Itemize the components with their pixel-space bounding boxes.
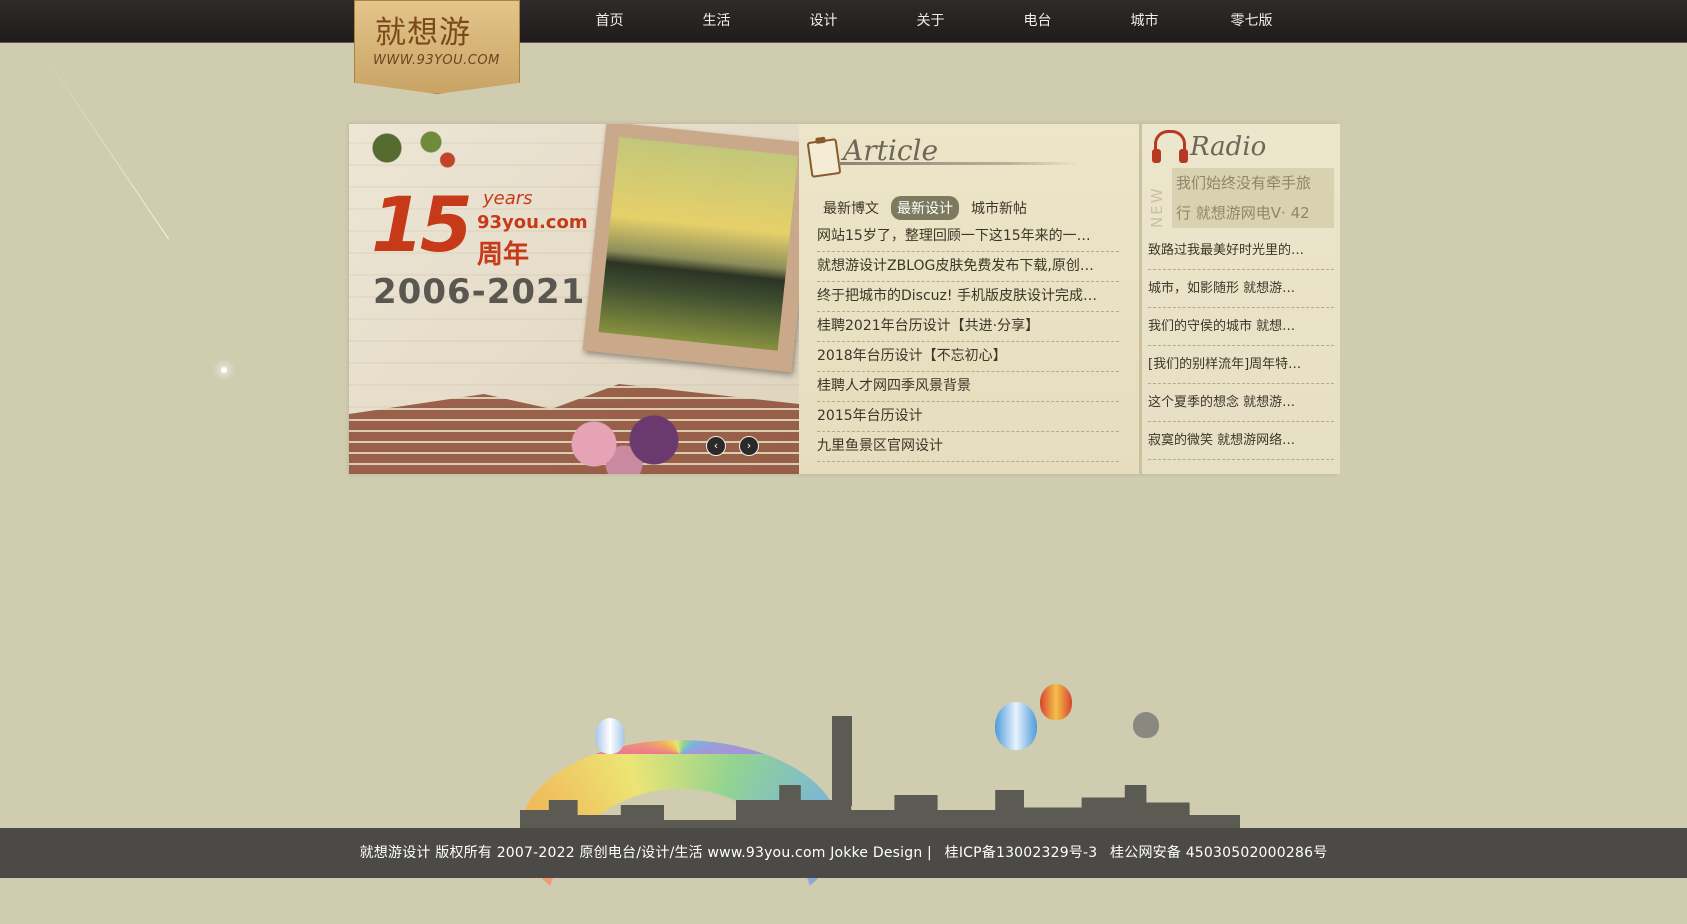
radio-item[interactable]: 我们的守侯的城市 就想… (1148, 308, 1334, 346)
logo-mark: 就想游 (375, 15, 471, 51)
tab-latest-posts[interactable]: 最新博文 (817, 196, 885, 220)
leaves-decoration (354, 124, 464, 184)
clipboard-icon (806, 138, 842, 178)
banner-years: years (483, 188, 533, 209)
banner-site: 93you.com (477, 212, 588, 233)
nav-item-home[interactable]: 首页 (556, 0, 663, 42)
article-item[interactable]: 网站15岁了，整理回顾一下这15年来的一… (817, 222, 1119, 252)
ticker-line-1: 我们始终没有牵手旅 (1176, 174, 1312, 192)
main-nav: 首页 生活 设计 关于 电台 城市 零七版 (556, 0, 1305, 42)
slide-next-button[interactable]: › (739, 436, 759, 456)
article-item[interactable]: 2015年台历设计 (817, 402, 1119, 432)
radio-heading: Radio (1190, 132, 1267, 162)
footer-copyright: 就想游设计 版权所有 2007-2022 原创电台/设计/生活 www.93yo… (359, 845, 932, 861)
content-panel: 15 years 93you.com 周年 2006-2021 ‹ › Arti… (349, 124, 1340, 474)
nav-item-life[interactable]: 生活 (663, 0, 770, 42)
slide-prev-button[interactable]: ‹ (706, 436, 726, 456)
balloon-icon (1040, 684, 1072, 720)
article-item[interactable]: 2018年台历设计【不忘初心】 (817, 342, 1119, 372)
article-item[interactable]: 桂聘人才网四季风景背景 (817, 372, 1119, 402)
nav-item-design[interactable]: 设计 (770, 0, 877, 42)
radio-item[interactable]: 城市，如影随形 就想游… (1148, 270, 1334, 308)
anniversary-banner[interactable]: 15 years 93you.com 周年 2006-2021 ‹ › (349, 124, 799, 474)
star-sparkle (221, 367, 227, 373)
radio-item[interactable]: 寂寞的微笑 就想游网络… (1148, 422, 1334, 460)
nav-item-city[interactable]: 城市 (1091, 0, 1198, 42)
radio-item[interactable]: [我们的别样流年]周年特… (1148, 346, 1334, 384)
flowers-decoration (549, 396, 699, 474)
ticker-line-2: 行 就想游网电V· 42 (1176, 204, 1310, 222)
site-footer: 就想游设计 版权所有 2007-2022 原创电台/设计/生活 www.93yo… (0, 828, 1687, 878)
top-nav-bar: 首页 生活 设计 关于 电台 城市 零七版 (0, 0, 1687, 43)
logo-url: WWW.93YOU.COM (373, 53, 500, 68)
balloon-icon (1133, 712, 1159, 738)
article-tabs: 最新博文 最新设计 城市新帖 (817, 196, 1033, 220)
article-item[interactable]: 桂聘2021年台历设计【共进·分享】 (817, 312, 1119, 342)
nav-item-radio[interactable]: 电台 (984, 0, 1091, 42)
radio-item[interactable]: 致路过我最美好时光里的… (1148, 232, 1334, 270)
radio-list: 致路过我最美好时光里的… 城市，如影随形 就想游… 我们的守侯的城市 就想… [… (1148, 232, 1334, 460)
footer-police[interactable]: 桂公网安备 45030502000286号 (1110, 845, 1327, 861)
nav-item-about[interactable]: 关于 (877, 0, 984, 42)
article-item[interactable]: 就想游设计ZBLOG皮肤免费发布下载,原创… (817, 252, 1119, 282)
tab-latest-design[interactable]: 最新设计 (891, 196, 959, 220)
banner-number: 15 (371, 180, 473, 269)
new-tag: NEW (1148, 186, 1166, 228)
sunset-photo (598, 137, 799, 351)
article-item[interactable]: 终于把城市的Discuz! 手机版皮肤设计完成… (817, 282, 1119, 312)
radio-item[interactable]: 这个夏季的想念 就想游… (1148, 384, 1334, 422)
photo-frame (582, 124, 799, 373)
site-logo[interactable]: 就想游 WWW.93YOU.COM (354, 0, 520, 94)
radio-section: Radio NEW 我们始终没有牵手旅 行 就想游网电V· 42 致路过我最美好… (1139, 124, 1340, 474)
radio-ticker[interactable]: 我们始终没有牵手旅 行 就想游网电V· 42 (1172, 168, 1334, 228)
footer-icp[interactable]: 桂ICP备13002329号-3 (945, 845, 1098, 861)
headphones-icon (1152, 130, 1188, 163)
article-section: Article 最新博文 最新设计 城市新帖 网站15岁了，整理回顾一下这15年… (799, 124, 1139, 474)
nav-item-version07[interactable]: 零七版 (1198, 0, 1305, 42)
heading-underline (839, 162, 1079, 165)
balloon-icon (595, 718, 625, 754)
banner-anniversary: 周年 (477, 240, 530, 270)
article-list: 网站15岁了，整理回顾一下这15年来的一… 就想游设计ZBLOG皮肤免费发布下载… (817, 222, 1119, 462)
shooting-star-decoration (39, 48, 170, 240)
banner-year-range: 2006-2021 (373, 272, 586, 312)
tower-decoration (832, 716, 852, 806)
article-item[interactable]: 九里鱼景区官网设计 (817, 432, 1119, 462)
balloon-icon (995, 702, 1037, 750)
tab-city-threads[interactable]: 城市新帖 (965, 196, 1033, 220)
